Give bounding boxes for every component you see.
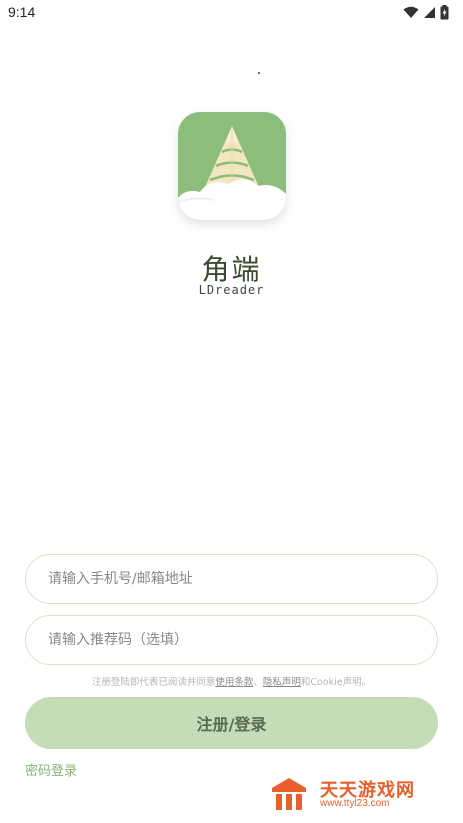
app-logo-icon <box>178 112 286 220</box>
watermark-logo-icon <box>272 778 306 810</box>
referral-code-field[interactable] <box>25 615 438 665</box>
register-login-button[interactable]: 注册/登录 <box>25 697 438 749</box>
status-time: 9:14 <box>8 4 36 20</box>
watermark: 天天游戏网 www.ttyl23.com <box>268 774 448 814</box>
agreement-separator: 、 <box>253 677 263 688</box>
phone-email-input[interactable] <box>26 555 437 603</box>
watermark-url: www.ttyl23.com <box>320 798 390 809</box>
terms-link[interactable]: 使用条款 <box>215 677 253 688</box>
agreement-suffix: 和Cookie声明。 <box>300 677 372 688</box>
privacy-link[interactable]: 隐私声明 <box>263 677 301 688</box>
status-bar: 9:14 <box>0 0 463 26</box>
wifi-icon <box>403 6 419 18</box>
status-icons <box>403 5 449 20</box>
referral-code-input[interactable] <box>26 616 437 664</box>
phone-email-field[interactable] <box>25 554 438 604</box>
decorative-dot <box>258 72 260 74</box>
app-subtitle: LDreader <box>198 283 265 297</box>
agreement-text: 注册登陆即代表已阅读并同意使用条款、隐私声明和Cookie声明。 <box>0 674 463 688</box>
agreement-prefix: 注册登陆即代表已阅读并同意 <box>91 677 216 688</box>
app-name: 角端 <box>201 253 262 286</box>
battery-charging-icon <box>440 5 449 20</box>
password-login-link[interactable]: 密码登录 <box>25 760 77 779</box>
signal-icon <box>424 7 435 18</box>
